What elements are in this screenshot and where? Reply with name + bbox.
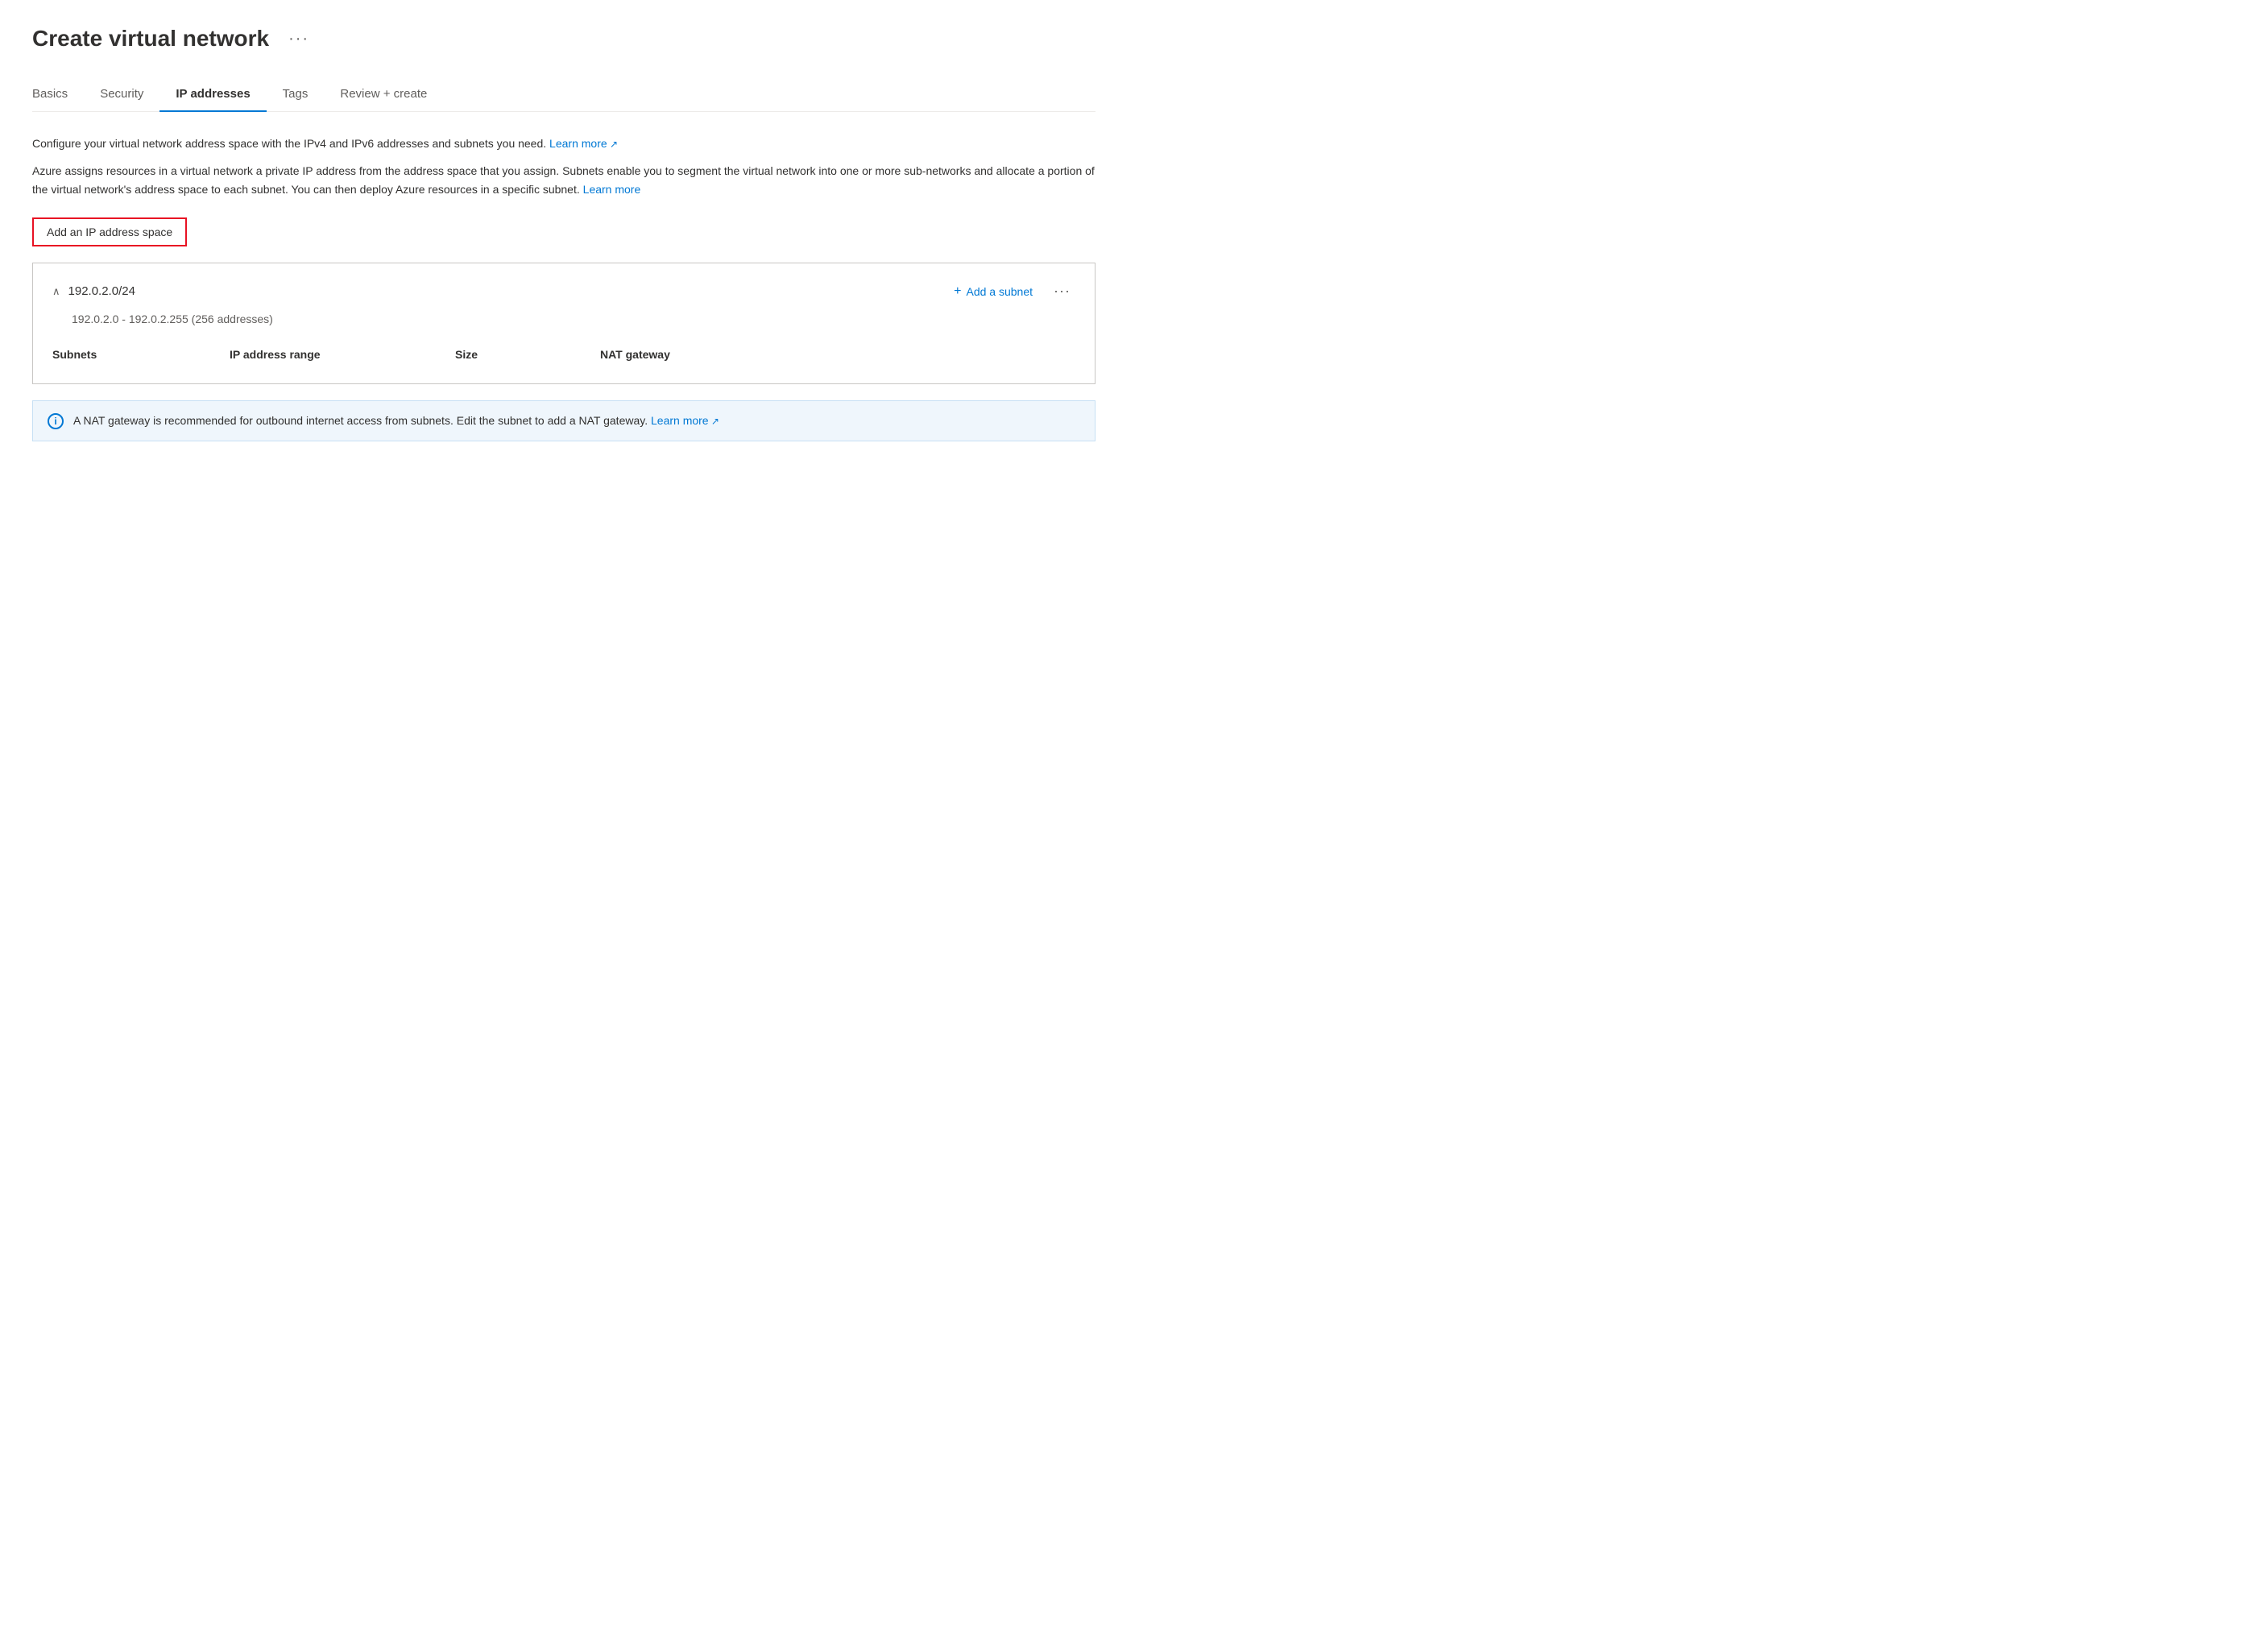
nat-info-box: i A NAT gateway is recommended for outbo… [32,400,1096,441]
col-header-nat-gateway: NAT gateway [600,348,1075,361]
tab-tags[interactable]: Tags [267,77,325,112]
ip-cidr-label: 192.0.2.0/24 [68,284,135,298]
tab-basics[interactable]: Basics [32,77,84,112]
more-options-button[interactable]: ··· [1049,279,1075,303]
nat-info-text: A NAT gateway is recommended for outboun… [73,412,719,429]
description-line-1: Configure your virtual network address s… [32,135,1096,152]
tab-bar: Basics Security IP addresses Tags Review… [32,77,1096,112]
col-header-subnets: Subnets [52,348,230,361]
learn-more-link-1[interactable]: Learn more [549,137,618,150]
ellipsis-button[interactable]: ··· [282,27,316,52]
chevron-up-icon[interactable]: ∧ [52,285,60,298]
page-header: Create virtual network ··· [32,26,1096,52]
ip-range-text: 192.0.2.0 - 192.0.2.255 (256 addresses) [72,313,1075,325]
nat-learn-more-link[interactable]: Learn more [651,414,719,427]
description-section: Configure your virtual network address s… [32,135,1096,198]
page-title: Create virtual network [32,26,269,52]
tab-ip-addresses[interactable]: IP addresses [159,77,266,112]
add-ip-address-space-button[interactable]: Add an IP address space [32,217,187,246]
ip-space-container: ∧ 192.0.2.0/24 + Add a subnet ··· 192.0.… [32,263,1096,384]
subnet-table-header: Subnets IP address range Size NAT gatewa… [52,342,1075,367]
tab-security[interactable]: Security [84,77,159,112]
info-icon: i [48,413,64,429]
description-line-2: Azure assigns resources in a virtual net… [32,162,1096,198]
ip-space-left: ∧ 192.0.2.0/24 [52,284,135,298]
col-header-ip-range: IP address range [230,348,455,361]
add-subnet-button[interactable]: + Add a subnet [947,281,1039,302]
ip-space-actions: + Add a subnet ··· [947,279,1075,303]
learn-more-link-2[interactable]: Learn more [583,183,641,196]
ip-space-header: ∧ 192.0.2.0/24 + Add a subnet ··· [52,279,1075,303]
plus-icon: + [954,284,961,299]
col-header-size: Size [455,348,600,361]
tab-review-create[interactable]: Review + create [324,77,443,112]
